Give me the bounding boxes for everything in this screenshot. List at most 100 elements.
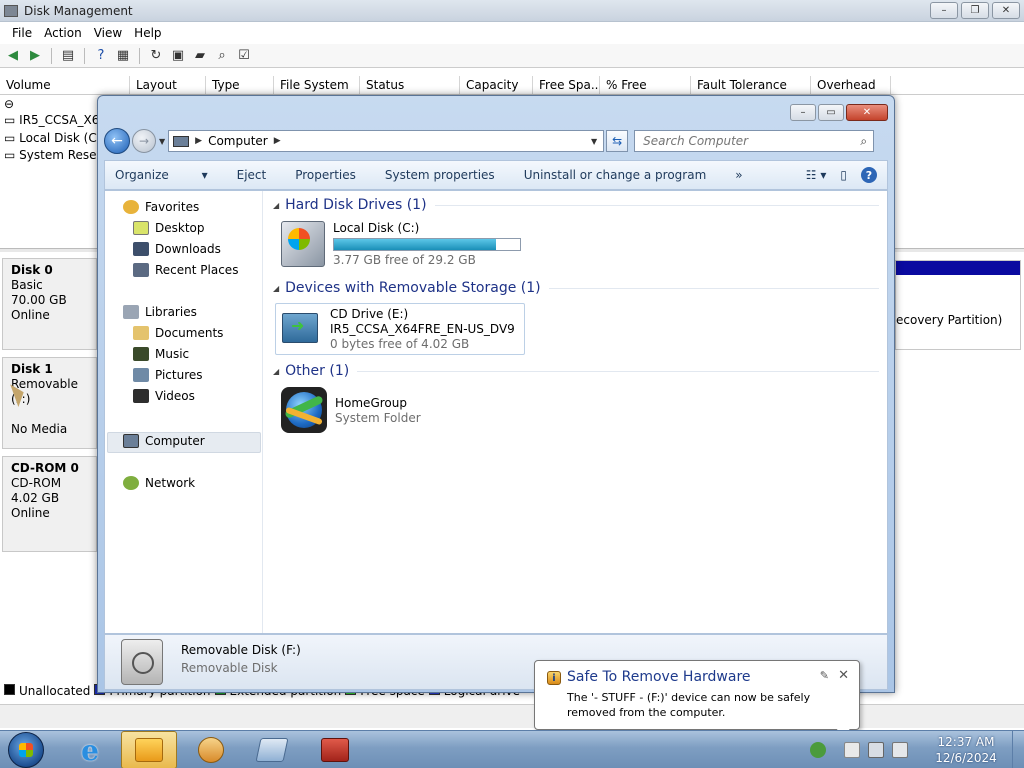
preview-pane-icon[interactable]: ▯: [840, 168, 847, 182]
disk-check-icon[interactable]: ☑: [235, 48, 253, 64]
taskbar-disk-management[interactable]: [244, 731, 300, 768]
menu-file[interactable]: File: [6, 26, 38, 40]
address-dropdown-icon[interactable]: ▼: [591, 137, 597, 146]
col-layout[interactable]: Layout: [130, 76, 206, 94]
volume-row[interactable]: ▭ Local Disk (C:): [4, 131, 105, 145]
col-percent-free[interactable]: % Free: [600, 76, 691, 94]
view-options-icon[interactable]: ☷ ▾: [806, 168, 827, 182]
forward-icon[interactable]: ▶: [26, 48, 44, 64]
taskbar-windows-explorer[interactable]: [121, 731, 177, 768]
group-removable-storage[interactable]: ◢ Devices with Removable Storage (1): [273, 280, 879, 296]
collapse-icon[interactable]: ◢: [273, 367, 279, 376]
nav-documents[interactable]: Documents: [133, 326, 223, 340]
col-capacity[interactable]: Capacity: [460, 76, 533, 94]
show-desktop-button[interactable]: [1012, 731, 1024, 768]
col-status[interactable]: Status: [360, 76, 460, 94]
group-hard-disk-drives[interactable]: ◢ Hard Disk Drives (1): [273, 197, 879, 213]
properties-icon[interactable]: ▦: [114, 48, 132, 64]
taskbar-internet-explorer[interactable]: e: [62, 731, 118, 768]
nav-desktop[interactable]: Desktop: [133, 221, 205, 235]
cd-drive-e[interactable]: ➜ CD Drive (E:) IR5_CCSA_X64FRE_EN-US_DV…: [275, 303, 525, 355]
disk-0-partition[interactable]: ecovery Partition): [895, 260, 1021, 350]
col-type[interactable]: Type: [206, 76, 274, 94]
rescan-icon[interactable]: ▣: [169, 48, 187, 64]
title-bar: Disk Management – ❐ ✕: [0, 0, 1024, 22]
organize-button[interactable]: Organize ▾: [115, 168, 208, 182]
open-icon[interactable]: ▰: [191, 48, 209, 64]
breadcrumb-arrow-icon[interactable]: ▶: [274, 136, 281, 146]
more-commands-button[interactable]: »: [735, 168, 742, 182]
group-other[interactable]: ◢ Other (1): [273, 363, 879, 379]
search-box[interactable]: ⌕: [634, 130, 875, 152]
action-center-icon[interactable]: [844, 742, 860, 758]
address-bar[interactable]: ▶ Computer ▶ ▼: [168, 130, 605, 152]
menu-action[interactable]: Action: [38, 26, 88, 40]
col-free-space[interactable]: Free Spa...: [533, 76, 600, 94]
nav-network[interactable]: Network: [123, 476, 195, 490]
forward-button[interactable]: →: [132, 129, 156, 153]
breadcrumb-arrow-icon[interactable]: ▶: [195, 136, 202, 146]
taskbar-toolbox[interactable]: [307, 731, 363, 768]
safe-remove-notification[interactable]: i Safe To Remove Hardware ✎ ✕ The '- STU…: [534, 660, 860, 741]
safely-remove-hardware-icon[interactable]: [810, 742, 826, 758]
clock[interactable]: 12:37 AM 12/6/2024: [924, 734, 1008, 766]
maximize-button[interactable]: ❐: [961, 2, 989, 19]
start-button[interactable]: [8, 732, 44, 768]
properties-button[interactable]: Properties: [295, 168, 356, 182]
minimize-button[interactable]: –: [930, 2, 958, 19]
help-icon[interactable]: ?: [861, 167, 877, 183]
nav-pictures[interactable]: Pictures: [133, 368, 203, 382]
cdrom-0-info[interactable]: CD-ROM 0 CD-ROM 4.02 GB Online: [2, 456, 97, 552]
close-button[interactable]: ✕: [992, 2, 1020, 19]
eject-button[interactable]: Eject: [237, 168, 267, 182]
close-button[interactable]: ✕: [846, 104, 888, 121]
col-volume[interactable]: Volume: [0, 76, 130, 94]
volume-row[interactable]: ▭ System Reserv: [4, 148, 109, 162]
maximize-button[interactable]: ▭: [818, 104, 844, 121]
col-fault-tolerance[interactable]: Fault Tolerance: [691, 76, 811, 94]
volume-icon[interactable]: [892, 742, 908, 758]
refresh-button[interactable]: ⇆: [606, 130, 629, 152]
taskbar-media-player[interactable]: [183, 731, 239, 768]
recent-pages-icon[interactable]: ▼: [159, 137, 165, 146]
nav-downloads[interactable]: Downloads: [133, 242, 221, 256]
menu-help[interactable]: Help: [128, 26, 167, 40]
refresh-icon[interactable]: ↻: [147, 48, 165, 64]
volume-row[interactable]: ⊖: [4, 97, 14, 111]
search-input[interactable]: [643, 134, 844, 148]
back-button[interactable]: ←: [104, 128, 130, 154]
volume-row[interactable]: ▭ IR5_CCSA_X64: [4, 113, 107, 127]
options-icon[interactable]: ✎: [820, 669, 829, 682]
nav-computer[interactable]: Computer: [123, 434, 205, 448]
col-file-system[interactable]: File System: [274, 76, 360, 94]
nav-recent-places[interactable]: Recent Places: [133, 263, 238, 277]
folder-icon: [135, 738, 163, 762]
breadcrumb-computer[interactable]: Computer: [208, 134, 268, 148]
back-icon[interactable]: ◀: [4, 48, 22, 64]
navigation-pane: Favorites Desktop Downloads Recent Place…: [105, 191, 263, 633]
close-icon[interactable]: ✕: [838, 668, 849, 683]
col-overhead[interactable]: Overhead: [811, 76, 891, 94]
minimize-button[interactable]: –: [790, 104, 816, 121]
details-name: Removable Disk (F:): [181, 643, 301, 657]
hard-drive-icon: [281, 221, 325, 267]
collapse-icon[interactable]: ◢: [273, 201, 279, 210]
uninstall-program-button[interactable]: Uninstall or change a program: [524, 168, 707, 182]
nav-libraries[interactable]: Libraries: [123, 305, 197, 319]
collapse-icon[interactable]: ◢: [273, 284, 279, 293]
search-icon[interactable]: ⌕: [860, 134, 867, 149]
local-disk-c[interactable]: Local Disk (C:) 3.77 GB free of 29.2 GB: [281, 221, 521, 268]
address-bar-row: ← → ▼ ▶ Computer ▶ ▼ ⇆ ⌕: [104, 126, 888, 156]
help-icon[interactable]: ?: [92, 48, 110, 64]
nav-music[interactable]: Music: [133, 347, 189, 361]
system-properties-button[interactable]: System properties: [385, 168, 495, 182]
network-icon[interactable]: [868, 742, 884, 758]
disk-0-info[interactable]: Disk 0 Basic 70.00 GB Online: [2, 258, 97, 350]
explore-icon[interactable]: ⌕: [213, 48, 231, 64]
menu-view[interactable]: View: [88, 26, 128, 40]
show-hide-tree-icon[interactable]: ▤: [59, 48, 77, 64]
disk-management-icon: [255, 738, 289, 762]
nav-favorites[interactable]: Favorites: [123, 200, 199, 214]
nav-videos[interactable]: Videos: [133, 389, 195, 403]
homegroup[interactable]: HomeGroup System Folder: [281, 387, 421, 433]
